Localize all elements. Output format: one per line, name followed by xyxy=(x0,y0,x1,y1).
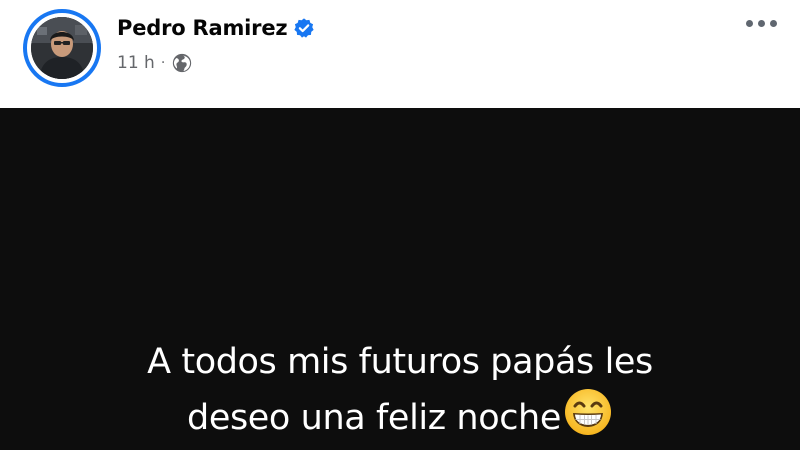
grinning-face-with-smiling-eyes-icon xyxy=(563,387,613,437)
post-time[interactable]: 11 h xyxy=(117,53,155,73)
more-options-button[interactable] xyxy=(740,10,782,36)
post-meta: 11 h · xyxy=(117,50,193,76)
post-text-line-1: A todos mis futuros papás les xyxy=(147,342,653,382)
post-text-line-2-text: deseo una feliz noche xyxy=(187,398,561,438)
post-text-background[interactable]: A todos mis futuros papás les deseo una … xyxy=(0,108,800,450)
more-dot xyxy=(757,19,765,27)
author-name[interactable]: Pedro Ramirez xyxy=(117,16,288,40)
profile-photo xyxy=(31,17,93,79)
avatar[interactable] xyxy=(31,17,93,79)
more-horizontal-icon xyxy=(745,19,753,27)
meta-separator: · xyxy=(160,55,166,71)
more-dot xyxy=(769,19,777,27)
author-row: Pedro Ramirez xyxy=(117,13,315,43)
post-text: A todos mis futuros papás les deseo una … xyxy=(0,337,800,443)
post-text-line-2: deseo una feliz noche xyxy=(0,387,800,443)
avatar-story-ring[interactable] xyxy=(23,9,101,87)
post-header: Pedro Ramirez 11 h · xyxy=(0,0,800,108)
globe-icon[interactable] xyxy=(171,52,193,74)
verified-badge-icon xyxy=(293,17,315,39)
